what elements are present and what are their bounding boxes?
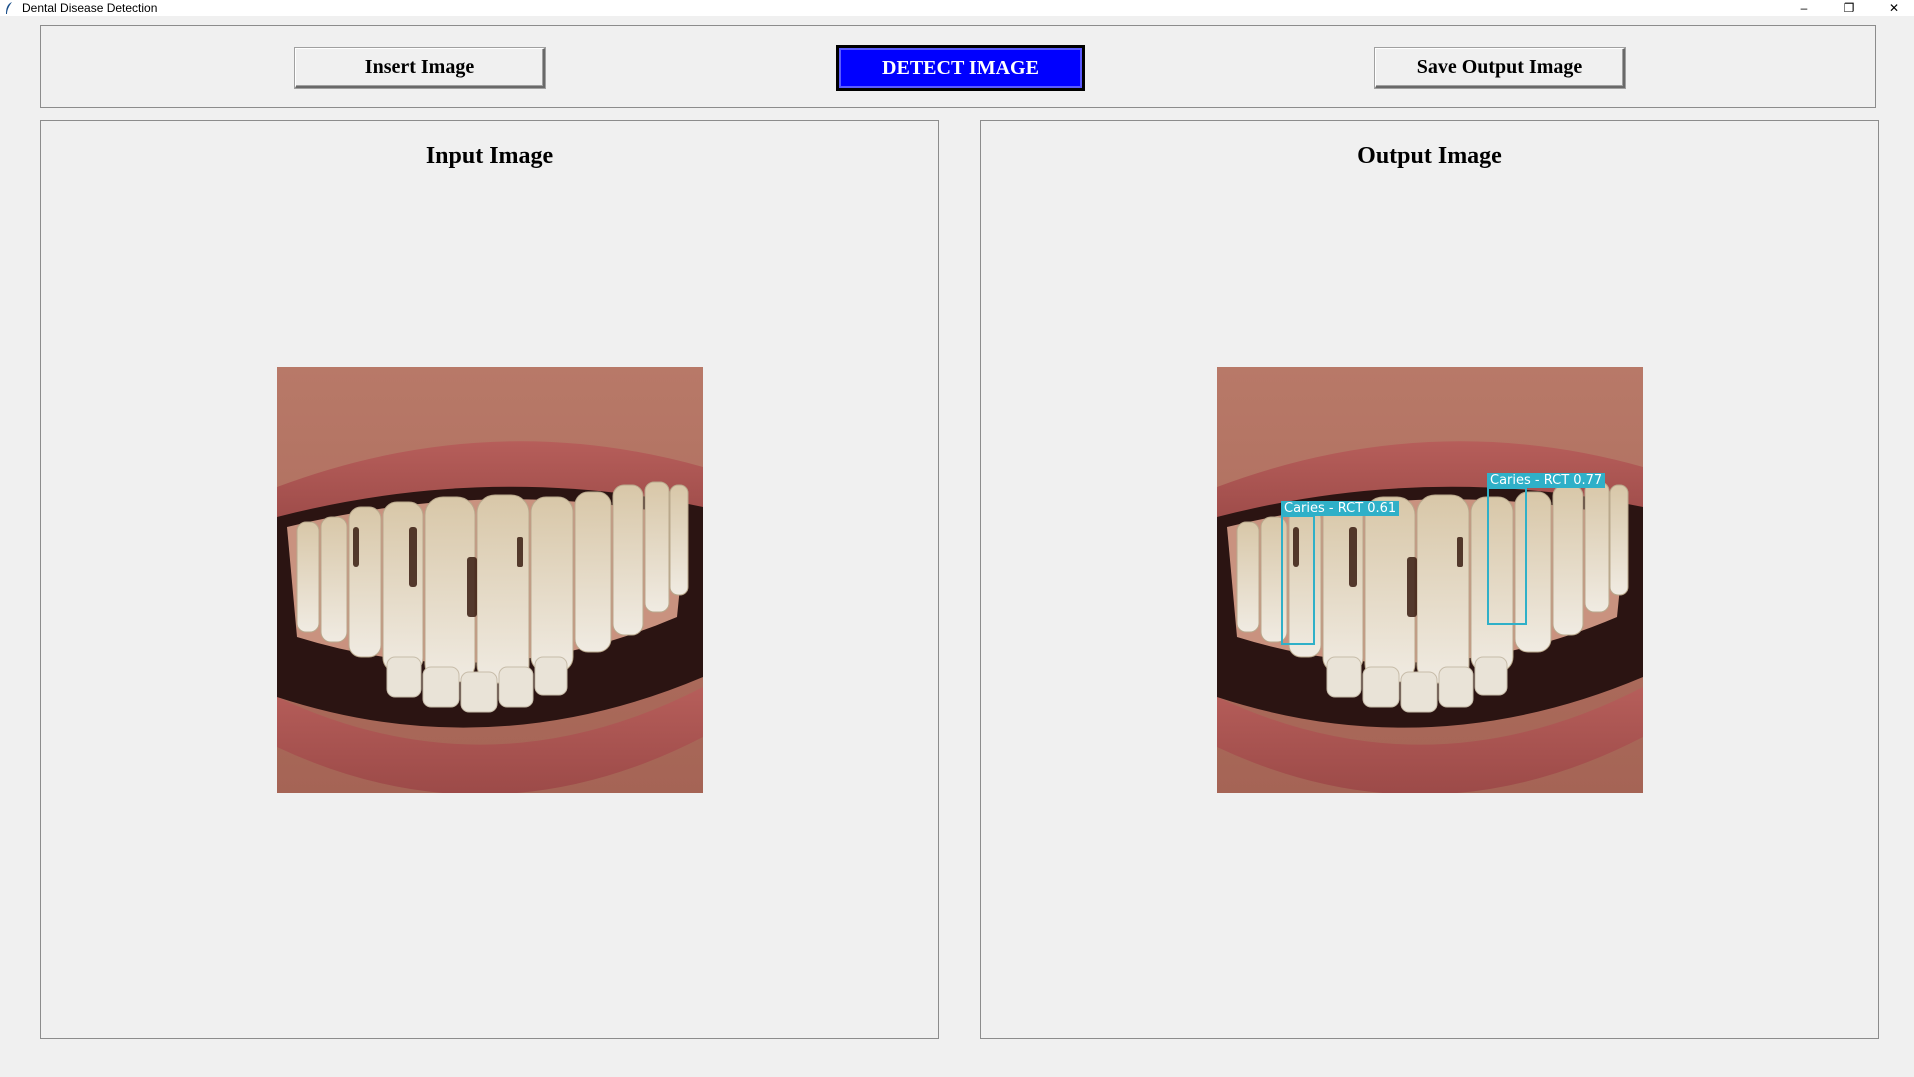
insert-image-button[interactable]: Insert Image (295, 48, 545, 88)
input-image-panel: Input Image (40, 120, 939, 1039)
detection-box-2 (1487, 487, 1527, 625)
input-image-title: Input Image (425, 143, 554, 169)
minimize-icon[interactable]: – (1789, 0, 1819, 16)
close-icon[interactable]: ✕ (1879, 0, 1909, 16)
detect-image-button[interactable]: DETECT IMAGE (836, 45, 1085, 91)
detection-label-1: Caries - RCT 0.61 (1281, 501, 1400, 516)
output-teeth-photo: Caries - RCT 0.61 Caries - RCT 0.77 (1217, 367, 1643, 793)
detection-box-1 (1281, 515, 1315, 645)
restore-icon[interactable]: ❐ (1834, 0, 1864, 16)
save-output-image-button[interactable]: Save Output Image (1375, 48, 1625, 88)
input-teeth-photo (277, 367, 703, 793)
detection-label-2: Caries - RCT 0.77 (1487, 473, 1606, 488)
feather-icon (6, 2, 12, 14)
title-bar: Dental Disease Detection – ❐ ✕ (0, 0, 1914, 16)
window-title: Dental Disease Detection (22, 1, 158, 15)
output-image-panel: Output Image Caries - RCT 0.61 Caries - … (980, 120, 1879, 1039)
output-image-title: Output Image (1357, 143, 1502, 169)
